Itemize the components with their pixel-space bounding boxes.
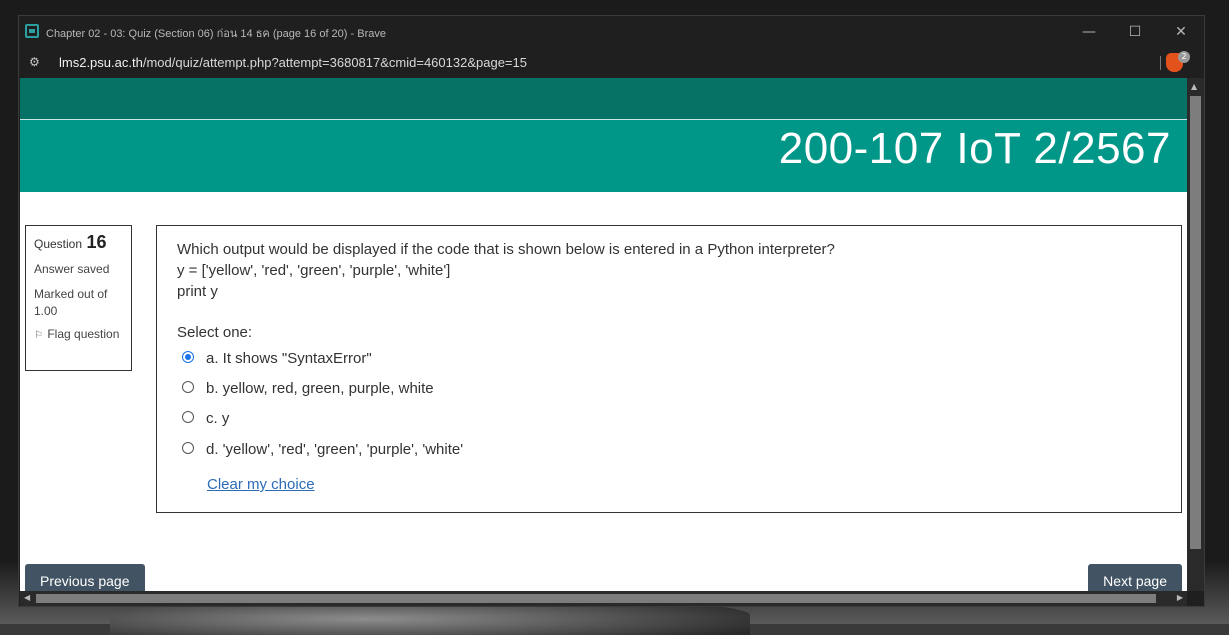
question-line: Which output would be displayed if the c… (177, 241, 835, 258)
shields-badge: 2 (1178, 51, 1190, 63)
question-number: 16 (86, 232, 107, 252)
flag-icon: ⚐ (34, 330, 43, 341)
horizontal-scrollbar[interactable]: ◀ ▶ (20, 591, 1187, 606)
scroll-right-icon[interactable]: ▶ (1177, 593, 1183, 602)
url-text[interactable]: lms2.psu.ac.th/mod/quiz/attempt.php?atte… (59, 55, 527, 70)
answer-option-c[interactable]: c. y (182, 408, 229, 430)
scroll-left-icon[interactable]: ◀ (24, 593, 30, 602)
clear-choice-link[interactable]: Clear my choice (207, 476, 315, 493)
site-settings-icon[interactable]: ⚙ (29, 55, 43, 69)
close-button[interactable]: ✕ (1166, 21, 1196, 43)
url-path: /mod/quiz/attempt.php?attempt=3680817&cm… (142, 55, 527, 70)
radio-button[interactable] (182, 381, 194, 394)
radio-button[interactable] (182, 411, 194, 424)
option-label: a. It shows "SyntaxError" (206, 350, 372, 367)
maximize-button[interactable]: ☐ (1120, 21, 1150, 43)
question-marks: Marked out of 1.00 (34, 287, 108, 318)
question-label: Question (34, 237, 83, 251)
question-code-line: print y (177, 283, 218, 300)
answer-option-d[interactable]: d. 'yellow', 'red', 'green', 'purple', '… (182, 439, 463, 461)
page-viewport: 200-107 IoT 2/2567 Question 16 Answer sa… (20, 78, 1187, 591)
vertical-scroll-thumb[interactable] (1190, 96, 1201, 549)
flag-question-label: Flag question (47, 327, 120, 341)
minimize-button[interactable]: — (1074, 21, 1104, 43)
browser-window: Chapter 02 - 03: Quiz (Section 06) ก่อน … (18, 15, 1205, 607)
horizontal-scroll-thumb[interactable] (36, 594, 1156, 603)
answer-option-b[interactable]: b. yellow, red, green, purple, white (182, 378, 434, 400)
question-info-box: Question 16 Answer saved Marked out of 1… (25, 225, 132, 371)
previous-page-button[interactable]: Previous page (25, 564, 145, 591)
address-bar[interactable]: ⚙ lms2.psu.ac.th/mod/quiz/attempt.php?at… (19, 48, 1204, 78)
question-text: Which output would be displayed if the c… (177, 239, 835, 302)
select-one-prompt: Select one: (177, 324, 253, 341)
course-title: 200-107 IoT 2/2567 (778, 124, 1171, 173)
next-page-button[interactable]: Next page (1088, 564, 1182, 591)
option-label: c. y (206, 410, 230, 427)
course-header: 200-107 IoT 2/2567 (20, 120, 1187, 192)
radio-button-selected[interactable] (182, 351, 194, 364)
flag-question-link[interactable]: ⚐ Flag question (34, 326, 123, 344)
address-divider (1160, 56, 1161, 70)
scroll-up-icon[interactable]: ▲ (1191, 82, 1197, 91)
question-card: Which output would be displayed if the c… (156, 225, 1182, 513)
window-title: Chapter 02 - 03: Quiz (Section 06) ก่อน … (46, 28, 386, 40)
vertical-scrollbar[interactable]: ▲ (1187, 78, 1204, 591)
answer-option-a[interactable]: a. It shows "SyntaxError" (182, 348, 372, 370)
title-bar: Chapter 02 - 03: Quiz (Section 06) ก่อน … (19, 16, 1204, 48)
option-label: b. yellow, red, green, purple, white (206, 380, 434, 397)
radio-button[interactable] (182, 442, 194, 455)
question-code-line: y = ['yellow', 'red', 'green', 'purple',… (177, 262, 451, 279)
app-icon (25, 24, 39, 38)
option-label: d. 'yellow', 'red', 'green', 'purple', '… (206, 441, 464, 458)
url-host: lms2.psu.ac.th (59, 55, 143, 70)
question-state: Answer saved (34, 262, 110, 276)
top-navbar (20, 78, 1187, 119)
